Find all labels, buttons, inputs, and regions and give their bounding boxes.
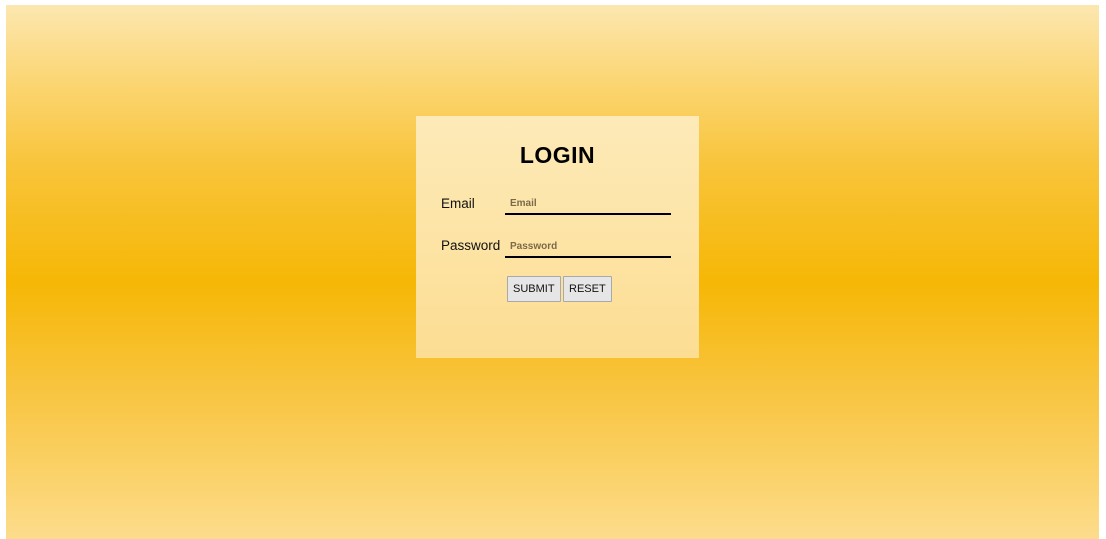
page-background: LOGIN Email Password SUBMIT RESET xyxy=(6,5,1099,539)
password-field[interactable] xyxy=(505,236,671,258)
email-field[interactable] xyxy=(505,193,671,215)
password-label: Password xyxy=(441,238,501,253)
login-card: LOGIN Email Password SUBMIT RESET xyxy=(416,116,699,358)
login-title: LOGIN xyxy=(519,142,596,168)
submit-button[interactable]: SUBMIT xyxy=(507,276,561,302)
reset-button[interactable]: RESET xyxy=(563,276,612,302)
email-label: Email xyxy=(441,196,475,211)
